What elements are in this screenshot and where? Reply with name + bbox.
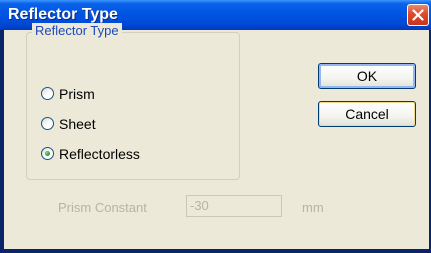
radio-label-sheet[interactable]: Sheet: [59, 116, 96, 132]
radio-circle-selected[interactable]: [41, 147, 54, 160]
radio-label-reflectorless[interactable]: Reflectorless: [59, 146, 140, 162]
radio-selected-dot: [45, 151, 50, 156]
groupbox-legend: Reflector Type: [32, 23, 122, 38]
prism-constant-field[interactable]: -30: [186, 195, 282, 217]
close-button[interactable]: [407, 4, 429, 26]
ok-button[interactable]: OK: [318, 63, 416, 89]
cancel-button[interactable]: Cancel: [318, 101, 416, 127]
reflector-type-dialog: Reflector Type Reflector Type Prism Shee…: [0, 0, 431, 253]
radio-circle[interactable]: [41, 117, 54, 130]
radio-circle[interactable]: [41, 87, 54, 100]
prism-constant-label: Prism Constant: [58, 200, 147, 215]
window-title: Reflector Type: [8, 6, 118, 23]
close-x-icon: [412, 9, 424, 21]
radio-label-prism[interactable]: Prism: [59, 86, 95, 102]
prism-constant-unit: mm: [302, 200, 324, 215]
